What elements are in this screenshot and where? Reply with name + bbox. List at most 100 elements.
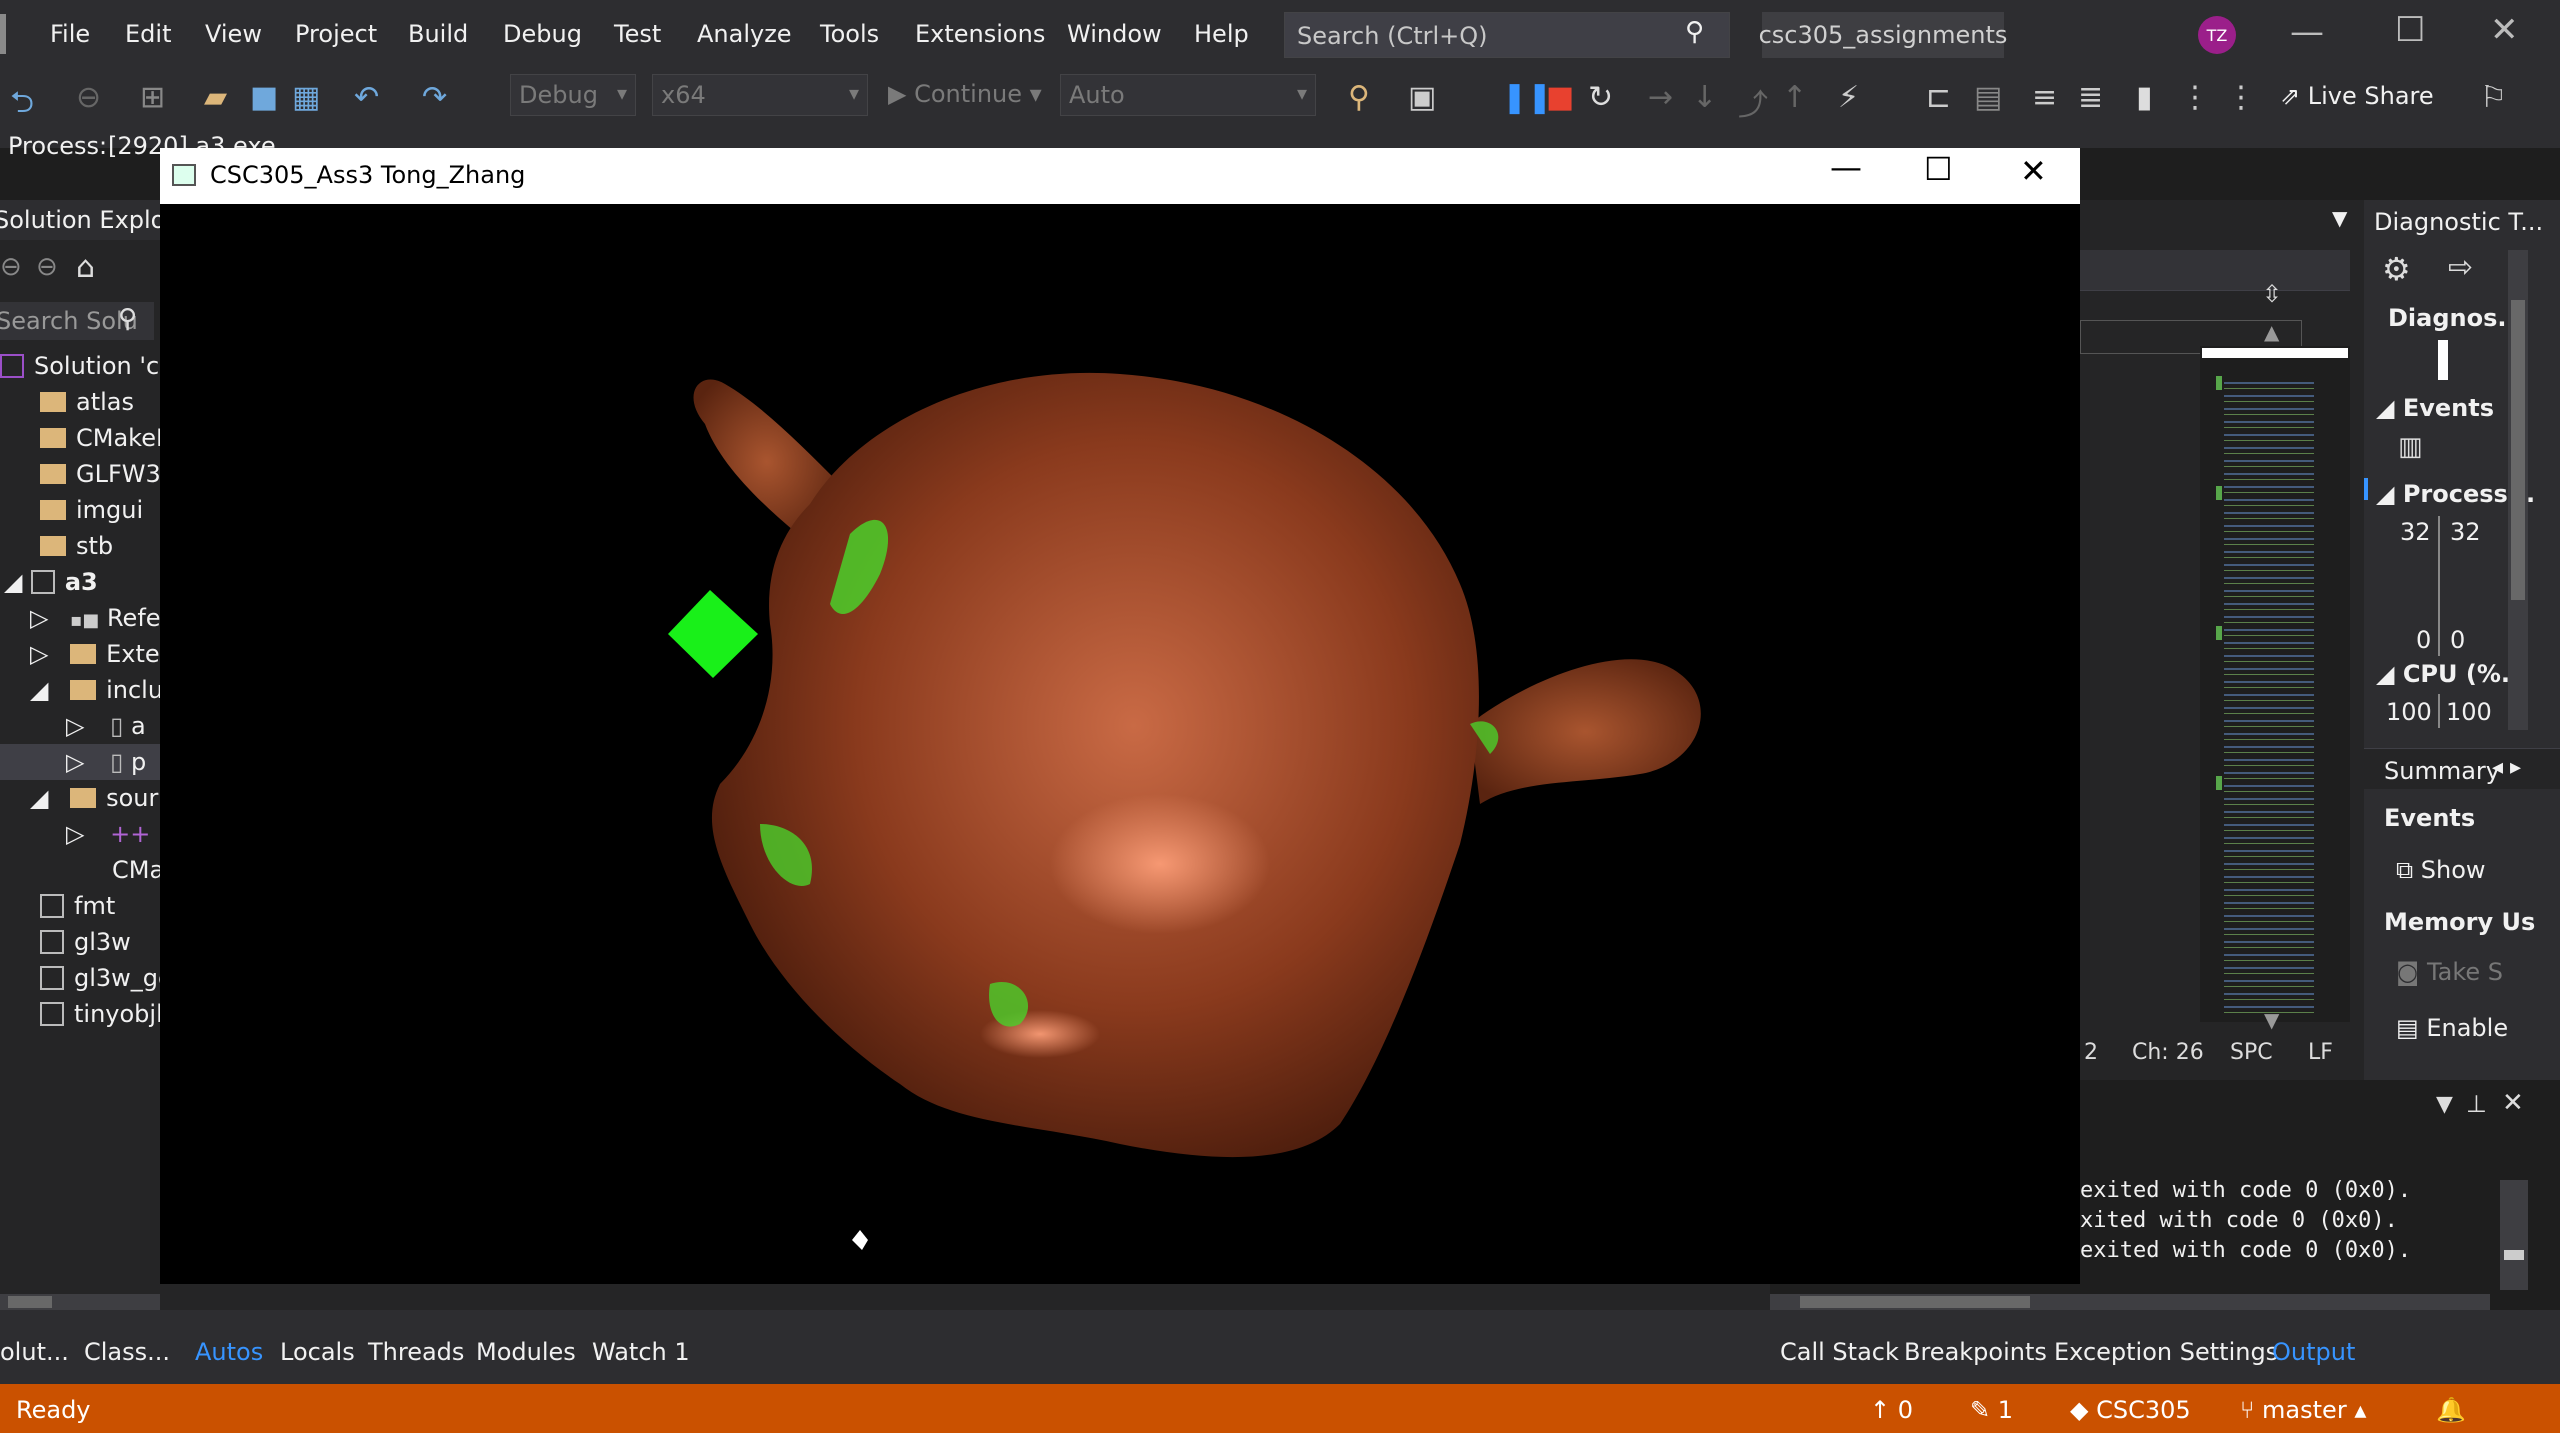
menu-debug[interactable]: Debug <box>503 20 582 48</box>
app-close-icon[interactable]: ✕ <box>2020 152 2047 190</box>
tree-file-p[interactable]: ▷ ▯ p <box>66 748 146 776</box>
vs-logo-icon[interactable] <box>0 14 22 54</box>
tab-nav-icon[interactable]: ◂ ▸ <box>2492 755 2521 780</box>
output-dropdown-icon[interactable]: ▼ <box>2436 1092 2453 1117</box>
tree-references[interactable]: ▷ ▪■ Refe <box>30 604 161 632</box>
horizontal-scrollbar[interactable] <box>0 1294 160 1310</box>
new-project-icon[interactable]: ⊞ <box>140 80 165 115</box>
tab-threads[interactable]: Threads <box>368 1338 464 1366</box>
menu-project[interactable]: Project <box>295 20 377 48</box>
tree-external[interactable]: ▷ Exter <box>30 640 170 668</box>
platform-dropdown[interactable]: x64 <box>652 74 868 116</box>
back-nav-icon[interactable]: ⊖ <box>0 252 22 282</box>
menu-window[interactable]: Window <box>1067 20 1162 48</box>
tree-file-n[interactable]: ▷ ++ n <box>66 820 173 848</box>
cpu-section[interactable]: ◢ CPU (%... <box>2376 660 2528 688</box>
tree-gl3w[interactable]: gl3w <box>40 928 131 956</box>
export-icon[interactable]: ⇨ <box>2448 250 2473 285</box>
menu-analyze[interactable]: Analyze <box>697 20 792 48</box>
forward-icon[interactable]: ⊖ <box>76 80 101 115</box>
output-scrollbar[interactable] <box>2500 1180 2528 1290</box>
menu-view[interactable]: View <box>205 20 262 48</box>
member-dropdown[interactable] <box>2080 250 2350 291</box>
enable-heap-button[interactable]: ▤ Enable <box>2396 1014 2508 1042</box>
whitespace-indicator[interactable]: SPC <box>2230 1040 2273 1065</box>
forward-nav-icon[interactable]: ⊖ <box>36 252 58 282</box>
tab-locals[interactable]: Locals <box>280 1338 355 1366</box>
step-out-icon[interactable]: ⤴ <box>1738 80 1768 124</box>
take-snapshot-button[interactable]: ◙ Take S <box>2396 958 2503 986</box>
changes-indicator[interactable]: ✎ 1 <box>1970 1396 2013 1424</box>
step-up-icon[interactable]: ↑ <box>1782 80 1807 115</box>
tree-solution[interactable]: Solution 'cs <box>0 352 172 380</box>
bookmark-list-icon[interactable]: ⋮ <box>2226 80 2256 115</box>
scroll-up-icon[interactable]: ▲ <box>2264 320 2279 344</box>
app-titlebar[interactable]: CSC305_Ass3 Tong_Zhang — ☐ ✕ <box>160 148 2080 204</box>
config-dropdown[interactable]: Debug <box>510 74 636 116</box>
tree-file-a[interactable]: ▷ ▯ a <box>66 712 146 740</box>
minimize-icon[interactable]: — <box>2290 12 2324 52</box>
indent-icon[interactable]: ≡ <box>2032 80 2057 115</box>
app-minimize-icon[interactable]: — <box>1830 148 1862 186</box>
tree-include[interactable]: ◢ inclu <box>30 676 163 704</box>
save-icon[interactable]: ■ <box>250 80 278 115</box>
app-maximize-icon[interactable]: ☐ <box>1924 150 1953 188</box>
bookmark-nav-icon[interactable]: ⋮ <box>2180 80 2210 115</box>
back-icon[interactable]: ⮌ <box>10 80 34 131</box>
rendered-scene[interactable] <box>160 204 2080 1284</box>
tab-output[interactable]: Output <box>2272 1338 2355 1366</box>
branch-indicator[interactable]: ⑂ master ▴ <box>2240 1396 2366 1424</box>
step-over-icon[interactable]: → <box>1648 80 1673 115</box>
close-panel-icon[interactable]: ✕ <box>2502 1088 2524 1118</box>
timeline-cursor[interactable] <box>2438 340 2448 380</box>
hot-reload-icon[interactable]: ⚡ <box>1838 80 1859 115</box>
avatar[interactable]: TZ <box>2198 16 2236 54</box>
close-icon[interactable]: ✕ <box>2490 10 2519 50</box>
output-hscrollbar[interactable] <box>1770 1294 2490 1310</box>
repo-indicator[interactable]: ◆ CSC305 <box>2070 1396 2191 1424</box>
tree-a3[interactable]: ◢ a3 <box>4 568 98 596</box>
tab-solution-explorer[interactable]: olut... <box>0 1338 69 1366</box>
scroll-down-icon[interactable]: ▼ <box>2264 1008 2279 1032</box>
home-icon[interactable]: ⌂ <box>76 250 95 285</box>
pause-events-icon[interactable]: ▥ <box>2398 432 2423 462</box>
tree-cmakelists[interactable]: CMa <box>112 856 164 884</box>
auto-dropdown[interactable]: Auto <box>1060 74 1316 116</box>
menu-file[interactable]: File <box>50 20 90 48</box>
bookmark-icon[interactable]: ▮ <box>2136 80 2153 115</box>
push-indicator[interactable]: ↑ 0 <box>1870 1396 1913 1424</box>
tree-stb[interactable]: stb <box>40 532 113 560</box>
menu-extensions[interactable]: Extensions <box>915 20 1045 48</box>
tree-fmt[interactable]: fmt <box>40 892 115 920</box>
tab-modules[interactable]: Modules <box>476 1338 576 1366</box>
line-ending-indicator[interactable]: LF <box>2308 1040 2333 1065</box>
feedback-icon[interactable]: ⚐ <box>2480 80 2507 115</box>
tree-tinyobj[interactable]: tinyobjl <box>40 1000 163 1028</box>
tab-call-stack[interactable]: Call Stack <box>1780 1338 1899 1366</box>
code-minimap[interactable] <box>2200 346 2350 1022</box>
stop-icon[interactable]: ■ <box>1546 80 1574 115</box>
menu-help[interactable]: Help <box>1194 20 1249 48</box>
pause-icon[interactable]: ❚❚ <box>1502 80 1552 115</box>
tree-cmakef[interactable]: CMakeF <box>40 424 170 452</box>
tree-glfw3[interactable]: GLFW3 <box>40 460 161 488</box>
split-icon[interactable]: ⇳ <box>2262 280 2282 308</box>
menu-test[interactable]: Test <box>614 20 661 48</box>
screenshot-icon[interactable]: ▣ <box>1408 80 1436 115</box>
solution-search-input[interactable]: Search Solu ⚲ <box>0 302 154 340</box>
thread-icon[interactable]: ⊏ <box>1926 80 1951 115</box>
save-all-icon[interactable]: ▦ <box>292 80 320 115</box>
undo-icon[interactable]: ↶ <box>354 80 379 115</box>
menu-build[interactable]: Build <box>408 20 468 48</box>
tab-breakpoints[interactable]: Breakpoints <box>1904 1338 2047 1366</box>
settings-icon[interactable]: ⚙ <box>2382 250 2411 288</box>
continue-button[interactable]: ▶ Continue ▾ <box>888 80 1042 108</box>
step-into-icon[interactable]: ↓ <box>1692 80 1717 115</box>
tab-class-view[interactable]: Class... <box>84 1338 170 1366</box>
tab-watch-1[interactable]: Watch 1 <box>592 1338 690 1366</box>
maximize-icon[interactable]: ☐ <box>2395 10 2425 50</box>
show-events-button[interactable]: ⧉ Show <box>2396 856 2486 884</box>
menu-tools[interactable]: Tools <box>820 20 879 48</box>
restart-icon[interactable]: ↻ <box>1588 80 1613 115</box>
find-icon[interactable]: ⚲ <box>1348 80 1370 115</box>
